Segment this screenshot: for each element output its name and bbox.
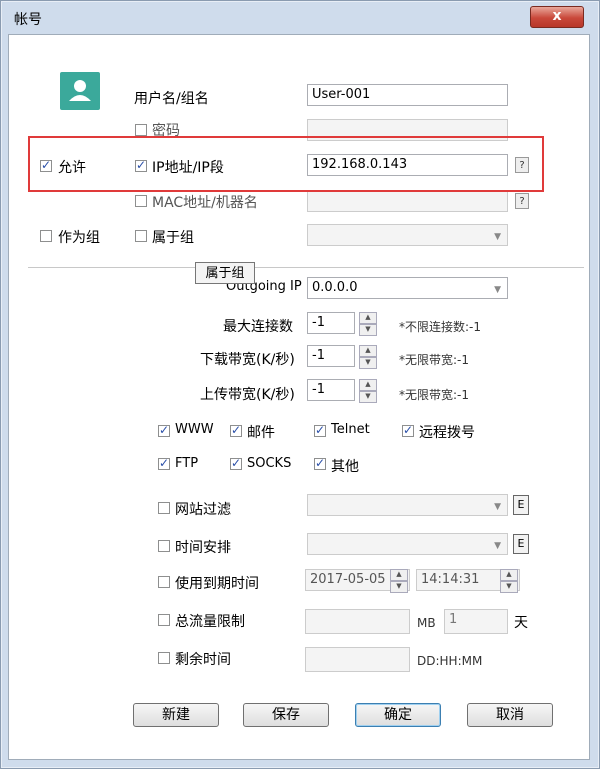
traffic-limit-label: 总流量限制 bbox=[175, 614, 245, 630]
socks-checkbox[interactable] bbox=[230, 456, 242, 470]
traffic-limit-input[interactable] bbox=[305, 609, 410, 634]
as-group-label: 作为组 bbox=[58, 230, 100, 246]
max-conn-label: 最大连接数 bbox=[223, 319, 293, 335]
days-unit-label: 天 bbox=[514, 615, 528, 631]
mac-label: MAC地址/机器名 bbox=[152, 195, 258, 211]
username-input[interactable]: User-001 bbox=[307, 84, 508, 106]
download-bandwidth-spinner[interactable]: ▲ ▼ bbox=[359, 345, 377, 369]
mac-help-button[interactable]: ? bbox=[515, 193, 529, 209]
schedule-select[interactable]: ▼ bbox=[307, 533, 508, 555]
password-checkbox[interactable] bbox=[135, 124, 147, 136]
close-button[interactable]: x bbox=[530, 6, 584, 28]
mb-unit-label: MB bbox=[417, 616, 436, 630]
belongs-group-checkbox[interactable] bbox=[135, 230, 147, 242]
title-bar: 帐号 x bbox=[0, 0, 600, 34]
group-tooltip: 属于组 bbox=[195, 262, 255, 284]
mail-label: 邮件 bbox=[247, 425, 275, 441]
user-avatar-icon bbox=[60, 72, 100, 110]
site-filter-edit-button[interactable]: E bbox=[513, 495, 529, 515]
schedule-checkbox[interactable] bbox=[158, 540, 170, 552]
ok-button[interactable]: 确定 bbox=[355, 703, 441, 727]
belongs-group-label: 属于组 bbox=[152, 230, 194, 246]
other-checkbox[interactable] bbox=[314, 456, 326, 470]
window-title: 帐号 bbox=[14, 12, 42, 28]
ftp-label: FTP bbox=[175, 456, 199, 471]
telnet-checkbox[interactable] bbox=[314, 423, 326, 437]
upload-bandwidth-spinner[interactable]: ▲ ▼ bbox=[359, 379, 377, 403]
ftp-checkbox[interactable] bbox=[158, 456, 170, 470]
upload-bandwidth-label: 上传带宽(K/秒) bbox=[200, 387, 295, 403]
schedule-label: 时间安排 bbox=[175, 540, 231, 556]
mac-input[interactable] bbox=[307, 190, 508, 212]
section-divider bbox=[28, 267, 584, 268]
remaining-time-unit: DD:HH:MM bbox=[417, 654, 483, 668]
chevron-down-icon: ▼ bbox=[494, 232, 501, 242]
chevron-down-icon: ▼ bbox=[494, 541, 501, 551]
schedule-edit-button[interactable]: E bbox=[513, 534, 529, 554]
www-label: WWW bbox=[175, 422, 214, 437]
remaining-time-checkbox[interactable] bbox=[158, 652, 170, 664]
mail-checkbox[interactable] bbox=[230, 423, 242, 437]
site-filter-label: 网站过滤 bbox=[175, 502, 231, 518]
outgoing-ip-select[interactable]: 0.0.0.0 ▼ bbox=[307, 277, 508, 299]
traffic-limit-checkbox[interactable] bbox=[158, 614, 170, 626]
highlight-box bbox=[28, 136, 544, 192]
new-button[interactable]: 新建 bbox=[133, 703, 219, 727]
max-conn-input[interactable]: -1 bbox=[307, 312, 355, 334]
save-button[interactable]: 保存 bbox=[243, 703, 329, 727]
dialup-label: 远程拨号 bbox=[419, 425, 475, 441]
as-group-checkbox[interactable] bbox=[40, 230, 52, 242]
expire-time-spinner[interactable]: ▲ ▼ bbox=[500, 569, 518, 593]
upload-bandwidth-hint: *无限带宽:-1 bbox=[399, 388, 470, 402]
www-checkbox[interactable] bbox=[158, 423, 170, 437]
group-select[interactable]: ▼ bbox=[307, 224, 508, 246]
chevron-down-icon: ▼ bbox=[494, 502, 501, 512]
expire-label: 使用到期时间 bbox=[175, 576, 259, 592]
other-label: 其他 bbox=[331, 459, 359, 475]
max-conn-hint: *不限连接数:-1 bbox=[399, 320, 482, 334]
download-bandwidth-label: 下载带宽(K/秒) bbox=[200, 352, 295, 368]
site-filter-checkbox[interactable] bbox=[158, 502, 170, 514]
expire-date-spinner[interactable]: ▲ ▼ bbox=[390, 569, 408, 593]
socks-label: SOCKS bbox=[247, 456, 292, 471]
remaining-time-input[interactable] bbox=[305, 647, 410, 672]
username-label: 用户名/组名 bbox=[134, 91, 209, 107]
mac-checkbox[interactable] bbox=[135, 195, 147, 207]
expire-checkbox[interactable] bbox=[158, 576, 170, 588]
telnet-label: Telnet bbox=[331, 422, 370, 437]
cancel-button[interactable]: 取消 bbox=[467, 703, 553, 727]
days-input[interactable]: 1 bbox=[444, 609, 508, 634]
outgoing-ip-value: 0.0.0.0 bbox=[312, 280, 358, 295]
max-conn-spinner[interactable]: ▲ ▼ bbox=[359, 312, 377, 336]
upload-bandwidth-input[interactable]: -1 bbox=[307, 379, 355, 401]
download-bandwidth-input[interactable]: -1 bbox=[307, 345, 355, 367]
dialup-checkbox[interactable] bbox=[402, 423, 414, 437]
remaining-time-label: 剩余时间 bbox=[175, 652, 231, 668]
site-filter-select[interactable]: ▼ bbox=[307, 494, 508, 516]
chevron-down-icon: ▼ bbox=[494, 285, 501, 295]
download-bandwidth-hint: *无限带宽:-1 bbox=[399, 353, 470, 367]
